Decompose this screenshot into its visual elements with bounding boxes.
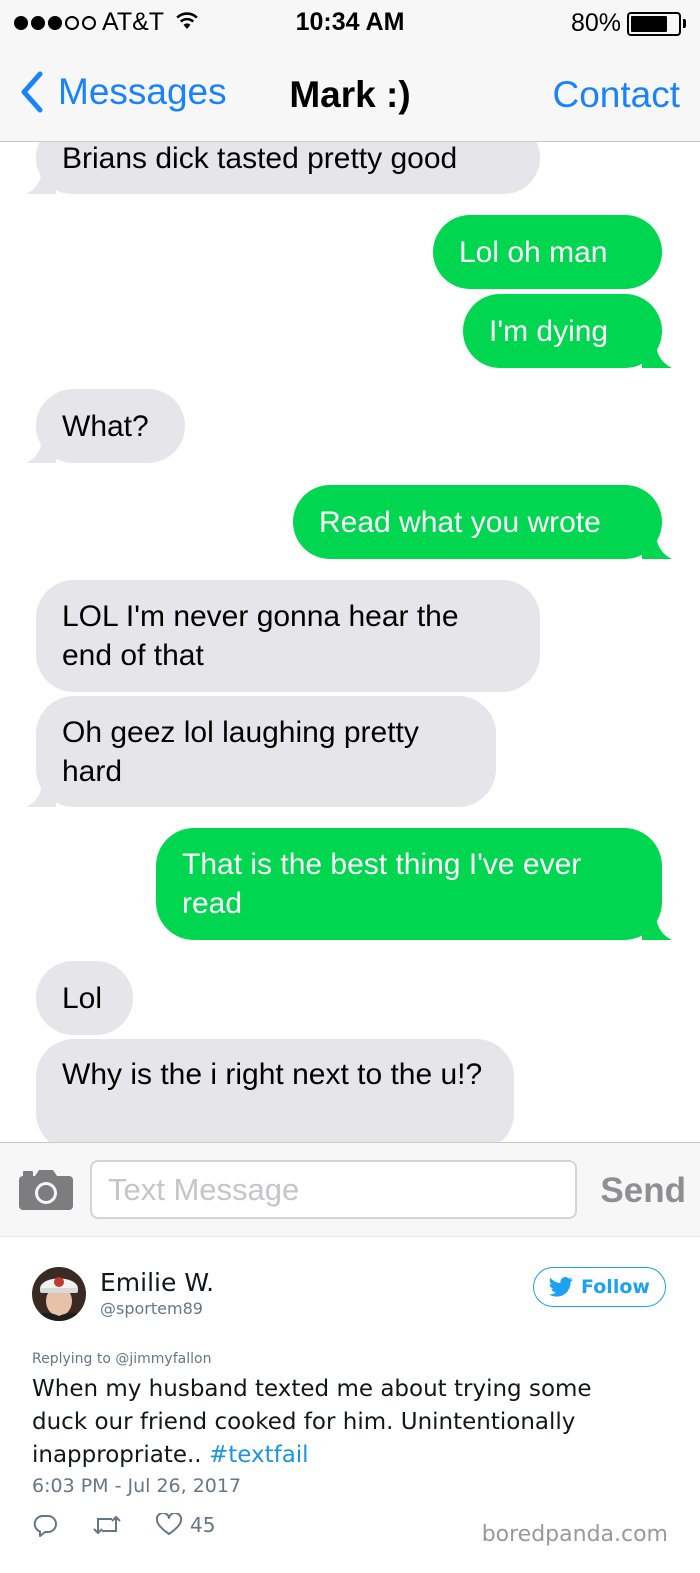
message-text: Brians dick tasted pretty good (62, 142, 458, 175)
message-text: Lol (62, 981, 103, 1015)
retweet-icon (93, 1515, 121, 1535)
message-text: LOL I'm never gonna hear the end of that (62, 600, 459, 672)
battery-level-fill (631, 15, 667, 32)
received-message-bubble[interactable]: What? (26, 389, 185, 463)
message-input-bar: Send (0, 1142, 700, 1236)
bubble-tail (26, 437, 56, 463)
back-label: Messages (58, 71, 227, 112)
tweet-actions: 45 (32, 1513, 241, 1537)
received-message-bubble[interactable]: Lol (36, 961, 133, 1035)
bubble-tail (642, 342, 672, 368)
hashtag-link[interactable]: #textfail (209, 1442, 309, 1468)
status-bar: AT&T 10:34 AM 80% (0, 0, 700, 48)
sent-message-bubble[interactable]: That is the best thing I've ever read (156, 828, 672, 940)
tweet-card: Emilie W. @sportem89 Follow Replying to … (0, 1236, 700, 1573)
received-message-bubble[interactable]: Brians dick tasted pretty good (26, 142, 540, 194)
replying-to-label[interactable]: Replying to @jimmyfallon (32, 1351, 211, 1367)
send-button[interactable]: Send (600, 1171, 686, 1211)
retweet-button[interactable] (92, 1513, 130, 1537)
message-text: That is the best thing I've ever read (182, 848, 582, 920)
bubble-tail (642, 533, 672, 559)
watermark: boredpanda.com (481, 1522, 668, 1547)
conversation-thread[interactable]: Brians dick tasted pretty good Lol oh ma… (0, 142, 700, 1142)
message-text: I'm dying (489, 314, 609, 348)
battery-tip (683, 19, 686, 28)
sent-message-bubble[interactable]: I'm dying (463, 294, 672, 368)
sent-message-bubble[interactable]: Read what you wrote (293, 485, 672, 559)
message-text: Read what you wrote (319, 505, 601, 539)
reply-button[interactable] (32, 1513, 66, 1537)
tweet-timestamp[interactable]: 6:03 PM - Jul 26, 2017 (32, 1475, 241, 1497)
tweet-body: When my husband texted me about trying s… (32, 1376, 592, 1468)
back-to-messages-button[interactable]: Messages (18, 70, 227, 114)
follow-button[interactable]: Follow (533, 1267, 666, 1307)
bubble-tail (26, 781, 56, 807)
contact-button[interactable]: Contact (552, 74, 680, 116)
battery-percent: 80% (570, 9, 621, 37)
like-button[interactable]: 45 (156, 1513, 215, 1537)
message-text: Lol oh man (459, 235, 608, 269)
camera-icon[interactable] (17, 1168, 75, 1212)
battery-icon (627, 11, 681, 36)
reply-icon (33, 1515, 57, 1537)
like-count: 45 (190, 1513, 216, 1537)
tweet-text: When my husband texted me about trying s… (32, 1373, 652, 1472)
bubble-tail (26, 168, 56, 194)
text-message-input[interactable] (90, 1160, 577, 1219)
avatar[interactable] (32, 1267, 86, 1321)
battery-status: 80% (571, 9, 686, 38)
tweet-author-handle[interactable]: @sportem89 (100, 1299, 203, 1318)
twitter-bird-icon (549, 1277, 573, 1297)
received-message-bubble[interactable]: Why is the i right next to the u!? (36, 1039, 514, 1142)
sent-message-bubble[interactable]: Lol oh man (433, 215, 662, 289)
message-text: Oh geez lol laughing pretty hard (62, 715, 419, 788)
message-text: What? (62, 409, 149, 443)
nav-bar: Messages Mark :) Contact (0, 48, 700, 142)
message-text: Why is the i right next to the u!? (62, 1058, 483, 1091)
tweet-author-name[interactable]: Emilie W. (100, 1268, 214, 1297)
bubble-tail (642, 914, 672, 940)
follow-label: Follow (581, 1276, 650, 1298)
received-message-bubble[interactable]: Oh geez lol laughing pretty hard (26, 696, 496, 807)
chevron-left-icon (21, 71, 43, 113)
heart-icon (156, 1513, 182, 1535)
received-message-bubble[interactable]: LOL I'm never gonna hear the end of that (36, 580, 540, 692)
